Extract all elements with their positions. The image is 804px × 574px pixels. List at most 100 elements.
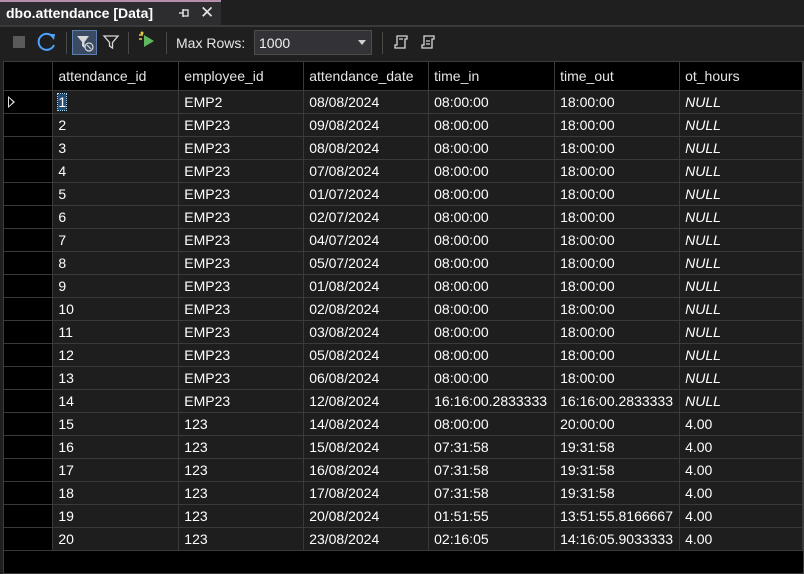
grid-cell[interactable]: 08:00:00 (428, 228, 556, 252)
filter-rows-toggle[interactable] (72, 30, 97, 55)
grid-cell[interactable]: EMP23 (178, 113, 305, 137)
column-header[interactable]: attendance_id (52, 62, 180, 91)
grid-cell[interactable]: 18:00:00 (554, 343, 681, 367)
grid-cell[interactable]: 03/08/2024 (303, 320, 430, 344)
grid-cell[interactable]: NULL (679, 251, 803, 275)
table-row[interactable]: 7 EMP23 04/07/2024 08:00:00 18:00:00 NULL (4, 228, 803, 252)
grid-cell[interactable]: EMP2 (178, 90, 305, 114)
grid-cell[interactable]: 123 (178, 527, 305, 551)
row-selector[interactable] (4, 274, 54, 298)
table-row[interactable]: 18 123 17/08/2024 07:31:58 19:31:58 4.00 (4, 481, 803, 505)
script-file-icon[interactable] (419, 33, 437, 51)
column-header[interactable]: time_in (428, 62, 556, 91)
grid-cell[interactable]: 123 (178, 412, 305, 436)
grid-cell[interactable]: EMP23 (178, 297, 305, 321)
grid-cell[interactable]: 18:00:00 (554, 182, 681, 206)
grid-cell[interactable]: 15 (52, 412, 180, 436)
grid-cell[interactable]: 18:00:00 (554, 205, 681, 229)
grid-cell[interactable]: NULL (679, 366, 803, 390)
grid-cell[interactable]: 16/08/2024 (303, 458, 430, 482)
grid-cell[interactable]: 18:00:00 (554, 251, 681, 275)
grid-cell[interactable]: 15/08/2024 (303, 435, 430, 459)
grid-cell[interactable]: 16:16:00.2833333 (428, 389, 556, 413)
grid-cell[interactable]: EMP23 (178, 343, 305, 367)
grid-cell[interactable]: EMP23 (178, 274, 305, 298)
grid-cell[interactable]: EMP23 (178, 389, 305, 413)
grid-cell[interactable]: 08:00:00 (428, 90, 556, 114)
row-selector[interactable] (4, 136, 54, 160)
grid-cell[interactable]: 08:00:00 (428, 159, 556, 183)
stop-icon[interactable] (12, 35, 26, 49)
grid-cell[interactable]: 3 (52, 136, 180, 160)
grid-cell[interactable]: NULL (679, 113, 803, 137)
pin-icon[interactable] (177, 6, 191, 20)
grid-cell[interactable]: 8 (52, 251, 180, 275)
grid-cell[interactable]: 08:00:00 (428, 182, 556, 206)
grid-cell[interactable]: 18:00:00 (554, 228, 681, 252)
table-row[interactable]: 1 EMP2 08/08/2024 08:00:00 18:00:00 NULL (4, 90, 803, 114)
table-row[interactable]: 19 123 20/08/2024 01:51:55 13:51:55.8166667 4… (4, 504, 803, 528)
grid-cell[interactable]: 04/07/2024 (303, 228, 430, 252)
grid-cell[interactable]: EMP23 (178, 205, 305, 229)
row-selector[interactable] (4, 182, 54, 206)
grid-cell[interactable]: 08:00:00 (428, 136, 556, 160)
grid-cell[interactable]: 02/07/2024 (303, 205, 430, 229)
grid-cell[interactable]: EMP23 (178, 228, 305, 252)
grid-cell[interactable]: 12 (52, 343, 180, 367)
table-row[interactable]: 20 123 23/08/2024 02:16:05 14:16:05.9033333 4… (4, 527, 803, 551)
grid-cell[interactable]: EMP23 (178, 182, 305, 206)
table-row[interactable]: 4 EMP23 07/08/2024 08:00:00 18:00:00 NULL (4, 159, 803, 183)
row-selector[interactable] (4, 435, 54, 459)
grid-cell[interactable]: 13 (52, 366, 180, 390)
grid-cell[interactable]: 19 (52, 504, 180, 528)
column-header[interactable]: attendance_date (303, 62, 430, 91)
refresh-icon[interactable] (36, 31, 58, 53)
table-row[interactable]: 15 123 14/08/2024 08:00:00 20:00:00 4.00 (4, 412, 803, 436)
column-header[interactable]: employee_id (178, 62, 305, 91)
grid-cell[interactable]: NULL (679, 389, 803, 413)
grid-cell[interactable]: 6 (52, 205, 180, 229)
grid-cell[interactable]: 20/08/2024 (303, 504, 430, 528)
grid-cell[interactable]: 19:31:58 (554, 458, 681, 482)
table-row[interactable]: 16 123 15/08/2024 07:31:58 19:31:58 4.00 (4, 435, 803, 459)
table-row[interactable]: 5 EMP23 01/07/2024 08:00:00 18:00:00 NULL (4, 182, 803, 206)
grid-cell[interactable]: NULL (679, 320, 803, 344)
grid-cell[interactable]: 19:31:58 (554, 481, 681, 505)
max-rows-select[interactable]: 1000 (254, 30, 372, 55)
grid-cell[interactable]: 02/08/2024 (303, 297, 430, 321)
row-selector[interactable] (4, 320, 54, 344)
grid-cell[interactable]: 18:00:00 (554, 297, 681, 321)
grid-cell[interactable]: 4 (52, 159, 180, 183)
grid-cell[interactable]: 18:00:00 (554, 159, 681, 183)
table-row[interactable]: 2 EMP23 09/08/2024 08:00:00 18:00:00 NULL (4, 113, 803, 137)
grid-cell[interactable]: 01/08/2024 (303, 274, 430, 298)
table-row[interactable]: 17 123 16/08/2024 07:31:58 19:31:58 4.00 (4, 458, 803, 482)
grid-cell[interactable]: 18 (52, 481, 180, 505)
grid-cell[interactable]: 123 (178, 481, 305, 505)
row-selector[interactable] (4, 228, 54, 252)
grid-cell[interactable]: 01/07/2024 (303, 182, 430, 206)
grid-cell[interactable]: 18:00:00 (554, 113, 681, 137)
grid-cell[interactable]: 2 (52, 113, 180, 137)
grid-cell[interactable]: 18:00:00 (554, 90, 681, 114)
table-row[interactable]: 10 EMP23 02/08/2024 08:00:00 18:00:00 NULL (4, 297, 803, 321)
grid-cell[interactable]: 09/08/2024 (303, 113, 430, 137)
grid-cell[interactable]: EMP23 (178, 251, 305, 275)
grid-cell[interactable]: 4.00 (679, 412, 803, 436)
grid-cell[interactable]: 18:00:00 (554, 274, 681, 298)
grid-cell[interactable]: 1 (52, 90, 180, 114)
grid-cell[interactable]: EMP23 (178, 366, 305, 390)
grid-cell[interactable]: 10 (52, 297, 180, 321)
grid-cell[interactable]: 5 (52, 182, 180, 206)
grid-cell[interactable]: 9 (52, 274, 180, 298)
row-selector[interactable] (4, 159, 54, 183)
grid-cell[interactable]: 08:00:00 (428, 274, 556, 298)
grid-cell[interactable]: EMP23 (178, 136, 305, 160)
row-selector[interactable] (4, 297, 54, 321)
grid-cell[interactable]: 16 (52, 435, 180, 459)
grid-cell[interactable]: 07/08/2024 (303, 159, 430, 183)
grid-cell[interactable]: 08:00:00 (428, 412, 556, 436)
grid-cell[interactable]: 19:31:58 (554, 435, 681, 459)
grid-cell[interactable]: 18:00:00 (554, 366, 681, 390)
grid-cell[interactable]: 16:16:00.2833333 (554, 389, 681, 413)
